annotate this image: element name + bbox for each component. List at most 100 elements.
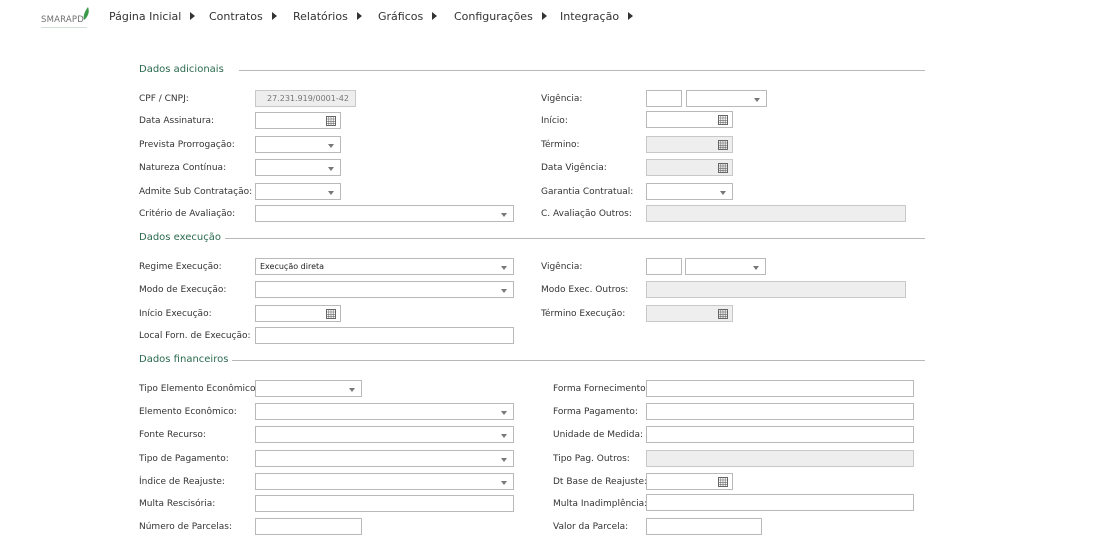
- elemento-economico-label: Elemento Econômico:: [139, 407, 237, 417]
- caret-down-icon: [501, 458, 507, 462]
- criterio-avaliacao-select[interactable]: [255, 205, 514, 222]
- menu-label: Relatórios: [293, 10, 348, 23]
- tipo-elemento-economico-select[interactable]: [255, 380, 362, 397]
- section-title-dados-execucao: Dados execução: [139, 232, 222, 243]
- caret-down-icon: [501, 266, 507, 270]
- data-assinatura-input[interactable]: [255, 112, 341, 129]
- cpf-cnpj-label: CPF / CNPJ:: [139, 94, 189, 104]
- inicio-execucao-input[interactable]: [255, 305, 341, 322]
- tipo-pagamento-label: Tipo de Pagamento:: [139, 454, 229, 464]
- menu-graficos[interactable]: Gráficos: [378, 10, 438, 26]
- caret-down-icon: [349, 388, 355, 392]
- garantia-contratual-select[interactable]: [646, 183, 733, 200]
- numero-parcelas-input[interactable]: [255, 518, 362, 535]
- section-divider: [232, 360, 925, 361]
- modo-execucao-select[interactable]: [255, 281, 514, 298]
- indice-reajuste-label: Índice de Reajuste:: [139, 477, 225, 487]
- menu-pagina-inicial[interactable]: Página Inicial: [109, 10, 196, 26]
- caret-right-icon: [541, 12, 547, 20]
- caret-down-icon: [501, 481, 507, 485]
- dt-base-reajuste-label: Dt Base de Reajuste:: [553, 477, 648, 487]
- vigencia-label: Vigência:: [541, 94, 583, 104]
- caret-right-icon: [271, 12, 277, 20]
- caret-right-icon: [356, 12, 362, 20]
- smarapd-logo[interactable]: SMARAPD: [41, 7, 91, 31]
- c-avaliacao-outros-label: C. Avaliação Outros:: [541, 209, 632, 219]
- menu-configuracoes[interactable]: Configurações: [454, 10, 547, 26]
- menu-label: Página Inicial: [109, 10, 182, 23]
- caret-down-icon: [501, 434, 507, 438]
- menu-label: Integração: [560, 10, 620, 23]
- regime-execucao-value: Execução direta: [260, 262, 325, 271]
- termino-execucao-input: [646, 305, 733, 322]
- tipo-pag-outros-input: [646, 450, 914, 467]
- modo-exec-outros-input: [646, 281, 906, 298]
- menu-contratos[interactable]: Contratos: [209, 10, 277, 26]
- tipo-pag-outros-label: Tipo Pag. Outros:: [553, 454, 630, 464]
- logo-underline: [41, 27, 87, 28]
- valor-parcela-input[interactable]: [646, 518, 762, 535]
- local-forn-execucao-input[interactable]: [255, 327, 514, 344]
- fonte-recurso-select[interactable]: [255, 426, 514, 443]
- calendar-icon[interactable]: [326, 309, 336, 319]
- tipo-pagamento-select[interactable]: [255, 450, 514, 467]
- caret-down-icon: [754, 98, 760, 102]
- vigencia-unit-select[interactable]: [686, 90, 767, 107]
- vigencia-number-input[interactable]: [646, 90, 682, 107]
- admite-sub-contratacao-label: Admite Sub Contratação:: [139, 187, 253, 197]
- forma-pagamento-label: Forma Pagamento:: [553, 407, 638, 417]
- caret-down-icon: [328, 144, 334, 148]
- calendar-icon[interactable]: [326, 116, 336, 126]
- calendar-icon[interactable]: [718, 477, 728, 487]
- menu-integracao[interactable]: Integração: [560, 10, 634, 26]
- valor-parcela-label: Valor da Parcela:: [553, 522, 629, 532]
- section-title-dados-financeiros: Dados financeiros: [139, 354, 229, 365]
- forma-fornecimento-input[interactable]: [646, 380, 914, 397]
- calendar-icon: [718, 140, 728, 150]
- prevista-prorrogacao-label: Prevista Prorrogação:: [139, 140, 235, 150]
- termino-label: Término:: [541, 140, 580, 150]
- multa-inadimplencia-label: Multa Inadimplência:: [553, 499, 648, 509]
- admite-sub-contratacao-select[interactable]: [255, 183, 341, 200]
- modo-exec-outros-label: Modo Exec. Outros:: [541, 285, 629, 295]
- data-assinatura-label: Data Assinatura:: [139, 116, 215, 126]
- calendar-icon[interactable]: [718, 115, 728, 125]
- menu-relatorios[interactable]: Relatórios: [293, 10, 362, 26]
- cpf-cnpj-value: 27.231.919/0001-42: [267, 94, 349, 103]
- multa-rescisoria-input[interactable]: [255, 495, 514, 512]
- prevista-prorrogacao-select[interactable]: [255, 136, 341, 153]
- caret-down-icon: [753, 266, 759, 270]
- forma-fornecimento-label: Forma Fornecimento:: [553, 384, 649, 394]
- modo-execucao-label: Modo de Execução:: [139, 285, 227, 295]
- dt-base-reajuste-input[interactable]: [646, 473, 733, 490]
- indice-reajuste-select[interactable]: [255, 473, 514, 490]
- natureza-continua-label: Natureza Contínua:: [139, 163, 227, 173]
- vigencia-execucao-number-input[interactable]: [646, 258, 682, 275]
- unidade-medida-input[interactable]: [646, 426, 914, 443]
- data-vigencia-date-input: [646, 159, 733, 176]
- caret-down-icon: [501, 213, 507, 217]
- menu-label: Configurações: [454, 10, 533, 23]
- regime-execucao-select[interactable]: Execução direta: [255, 258, 514, 275]
- multa-rescisoria-label: Multa Rescisória:: [139, 499, 216, 509]
- leaf-icon: [83, 7, 89, 20]
- elemento-economico-select[interactable]: [255, 403, 514, 420]
- natureza-continua-select[interactable]: [255, 159, 341, 176]
- section-divider: [239, 70, 925, 71]
- inicio-execucao-label: Início Execução:: [139, 309, 212, 319]
- multa-inadimplencia-input[interactable]: [646, 494, 914, 511]
- section-title-dados-adicionais: Dados adicionais: [139, 64, 224, 75]
- caret-down-icon: [501, 411, 507, 415]
- forma-pagamento-input[interactable]: [646, 403, 914, 420]
- termino-execucao-label: Término Execução:: [541, 309, 626, 319]
- caret-right-icon: [190, 12, 196, 20]
- caret-down-icon: [328, 191, 334, 195]
- data-vigencia-label: Data Vigência:: [541, 163, 607, 173]
- caret-down-icon: [720, 191, 726, 195]
- section-divider: [225, 238, 925, 239]
- inicio-date-input[interactable]: [646, 111, 733, 128]
- vigencia-execucao-unit-select[interactable]: [685, 258, 766, 275]
- fonte-recurso-label: Fonte Recurso:: [139, 430, 206, 440]
- criterio-avaliacao-label: Critério de Avaliação:: [139, 209, 236, 219]
- tipo-elemento-economico-label: Tipo Elemento Econômico:: [139, 384, 259, 394]
